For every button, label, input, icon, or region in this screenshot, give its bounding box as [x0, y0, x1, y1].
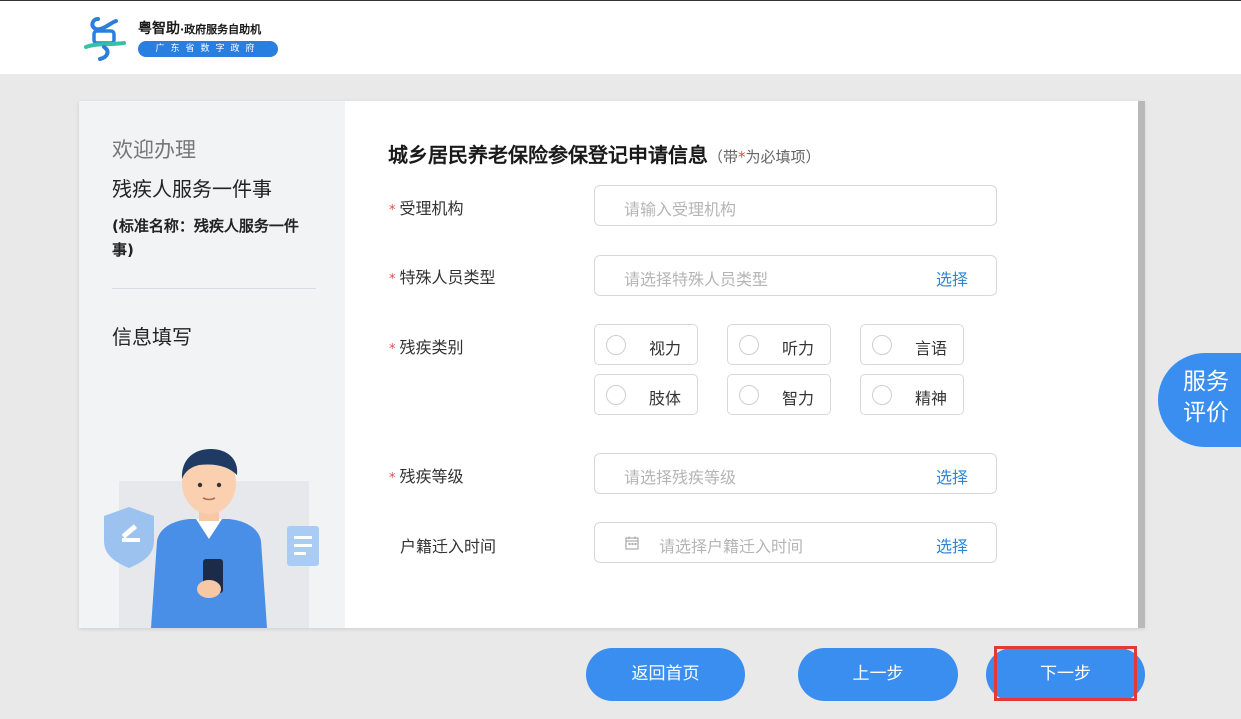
option-speech[interactable]: 言语 — [860, 324, 964, 365]
required-mark: * — [389, 272, 396, 287]
special-type-select[interactable]: 请选择特殊人员类型 选择 — [594, 255, 997, 296]
sidebar-standard-name: (标准名称：残疾人服务一件事) — [112, 217, 299, 259]
agency-input[interactable]: 请输入受理机构 — [594, 185, 997, 226]
residence-date-placeholder: 请选择户籍迁入时间 — [659, 537, 804, 556]
disability-level-select[interactable]: 请选择残疾等级 选择 — [594, 453, 997, 494]
special-type-choose-link[interactable]: 选择 — [936, 266, 968, 290]
label-disability-category: * 残疾类别 — [389, 338, 464, 357]
brand-title: 粤智助·政府服务自助机 — [138, 18, 261, 38]
required-mark: * — [389, 471, 396, 486]
option-hearing[interactable]: 听力 — [727, 324, 831, 365]
next-step-button[interactable]: 下一步 — [986, 648, 1145, 701]
residence-date-choose-link[interactable]: 选择 — [936, 533, 968, 557]
agency-placeholder: 请输入受理机构 — [624, 200, 737, 219]
calendar-icon — [625, 536, 639, 550]
rating-line1: 服务 — [1183, 369, 1229, 395]
radio-circle — [872, 335, 892, 355]
brand-pill: 广东省数字政府 — [138, 41, 278, 57]
brand-name: 粤智助 — [138, 21, 180, 37]
required-mark: * — [389, 342, 396, 357]
radio-circle — [606, 335, 626, 355]
option-vision[interactable]: 视力 — [594, 324, 698, 365]
yue-logo-icon — [84, 17, 126, 61]
main-card: 欢迎办理 残疾人服务一件事 (标准名称：残疾人服务一件事) 信息填写 城乡居民养… — [79, 101, 1144, 628]
service-rating-button[interactable]: 服务 评价 — [1158, 353, 1241, 447]
radio-circle — [739, 385, 759, 405]
option-mental[interactable]: 精神 — [860, 374, 964, 415]
radio-circle — [606, 385, 626, 405]
special-type-placeholder: 请选择特殊人员类型 — [624, 270, 769, 289]
label-agency: * 受理机构 — [389, 199, 464, 218]
form-title-text: 城乡居民养老保险参保登记申请信息 — [388, 143, 708, 167]
back-home-button[interactable]: 返回首页 — [586, 648, 745, 701]
form-title: 城乡居民养老保险参保登记申请信息（带*为必填项） — [388, 139, 821, 168]
disability-level-placeholder: 请选择残疾等级 — [624, 468, 737, 487]
label-special-type: * 特殊人员类型 — [389, 268, 496, 287]
option-intellect[interactable]: 智力 — [727, 374, 831, 415]
option-limb[interactable]: 肢体 — [594, 374, 698, 415]
radio-circle — [739, 335, 759, 355]
disability-level-choose-link[interactable]: 选择 — [936, 464, 968, 488]
form-scrollbar[interactable] — [1138, 101, 1145, 628]
radio-circle — [872, 385, 892, 405]
top-header: 粤智助·政府服务自助机 广东省数字政府 — [0, 0, 1241, 74]
sidebar-divider — [112, 288, 316, 289]
officer-illustration-icon — [104, 449, 319, 628]
sidebar-welcome: 欢迎办理 — [112, 138, 196, 162]
sidebar-step-current: 信息填写 — [112, 325, 192, 349]
residence-date-picker[interactable]: 请选择户籍迁入时间 选择 — [594, 522, 997, 563]
brand-suffix: ·政府服务自助机 — [180, 23, 262, 36]
form-title-note: （带*为必填项） — [708, 148, 821, 166]
label-residence-date: 户籍迁入时间 — [400, 537, 497, 556]
sidebar: 欢迎办理 残疾人服务一件事 (标准名称：残疾人服务一件事) 信息填写 — [79, 101, 345, 628]
required-mark: * — [389, 203, 396, 218]
form-panel: 城乡居民养老保险参保登记申请信息（带*为必填项） * 受理机构 请输入受理机构 *… — [345, 101, 1144, 628]
previous-step-button[interactable]: 上一步 — [798, 648, 958, 701]
label-disability-level: * 残疾等级 — [389, 467, 464, 486]
rating-line2: 评价 — [1183, 400, 1229, 426]
sidebar-service-name: 残疾人服务一件事 — [112, 177, 272, 201]
